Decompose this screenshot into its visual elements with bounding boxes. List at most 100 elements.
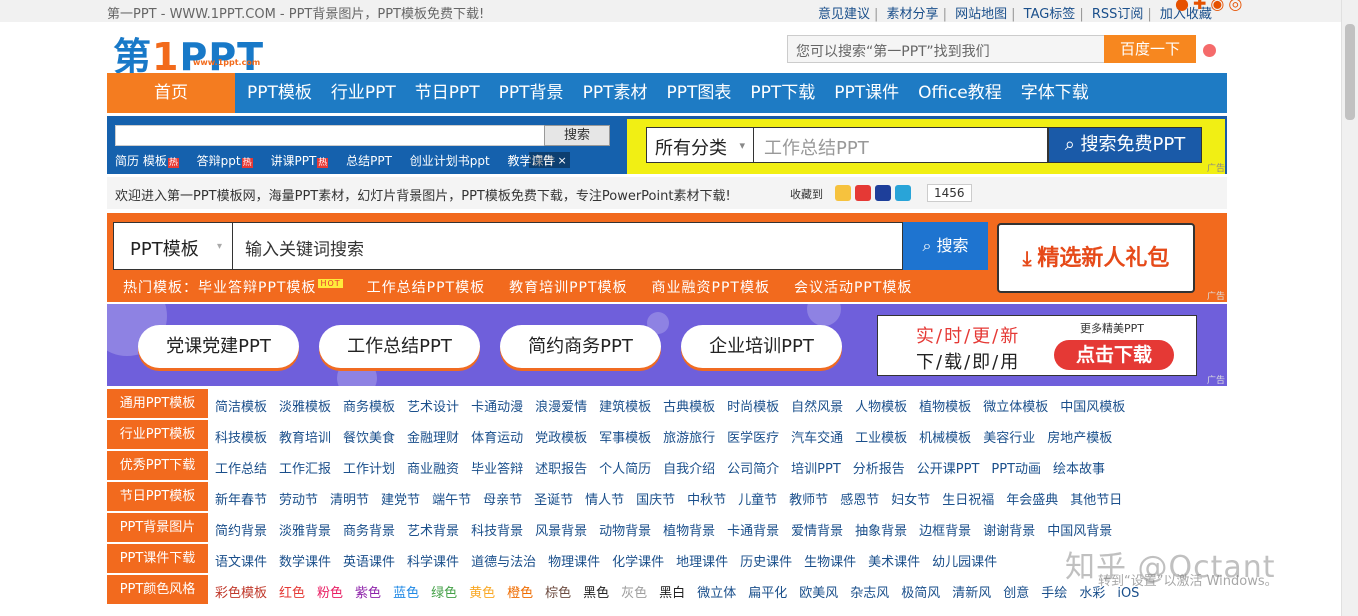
category-link[interactable]: 述职报告 [535,462,587,477]
category-link[interactable]: 蓝色 [393,586,419,601]
category-link[interactable]: 动物背景 [599,524,651,539]
category-link[interactable]: 体育运动 [471,431,523,446]
category-link[interactable]: 艺术背景 [407,524,459,539]
category-link[interactable]: 植物模板 [919,400,971,415]
hot-template-link[interactable]: 商业融资PPT模板 [652,280,770,296]
more-ppt-ad[interactable]: 实/时/更/新 下/载/即/用 更多精美PPT 点击下载 [877,315,1197,376]
category-link[interactable]: 科学课件 [407,555,459,570]
baidu-icon[interactable] [875,185,891,201]
category-link[interactable]: 中国风模板 [1060,400,1125,415]
category-link[interactable]: 个人简历 [599,462,651,477]
top-link-tags[interactable]: TAG标签 [1024,7,1076,22]
category-link[interactable]: 幼儿园课件 [932,555,997,570]
category-link[interactable]: 历史课件 [740,555,792,570]
category-link[interactable]: 绘本故事 [1053,462,1105,477]
nav-item-industry[interactable]: 行业PPT [331,73,415,113]
category-link[interactable]: 工作汇报 [279,462,331,477]
category-link[interactable]: 卡通背景 [727,524,779,539]
quick-search-button[interactable]: 搜索 [544,125,610,146]
top-link-share[interactable]: 素材分享 [887,7,939,22]
category-link[interactable]: 扁平化 [748,586,787,601]
nav-item-background[interactable]: PPT背景 [499,73,583,113]
category-link[interactable]: 极简风 [901,586,940,601]
keyword-search-input[interactable]: 输入关键词搜索 [233,222,903,270]
nav-home[interactable]: 首页 [107,73,235,113]
hot-template-link[interactable]: 教育培训PPT模板 [509,280,627,296]
category-link[interactable]: 旅游旅行 [663,431,715,446]
nav-item-office[interactable]: Office教程 [918,73,1021,113]
category-link[interactable]: 创意 [1003,586,1029,601]
category-link[interactable]: 紫色 [355,586,381,601]
nav-item-chart[interactable]: PPT图表 [666,73,750,113]
category-link[interactable]: 工业模板 [855,431,907,446]
category-link[interactable]: 情人节 [585,493,624,508]
category-link[interactable]: 化学课件 [612,555,664,570]
category-link[interactable]: 圣诞节 [534,493,573,508]
category-link[interactable]: 谢谢背景 [983,524,1035,539]
category-link[interactable]: 教师节 [789,493,828,508]
category-link[interactable]: 汽车交通 [791,431,843,446]
category-link[interactable]: 人物模板 [855,400,907,415]
category-link[interactable]: 建党节 [381,493,420,508]
category-link[interactable]: 科技背景 [471,524,523,539]
category-link[interactable]: 爱情背景 [791,524,843,539]
category-link[interactable]: 浪漫爱情 [535,400,587,415]
category-link[interactable]: 工作计划 [343,462,395,477]
new-user-gift-button[interactable]: ⤓ 精选新人礼包 [997,223,1195,293]
category-link[interactable]: 数学课件 [279,555,331,570]
category-link[interactable]: 母亲节 [483,493,522,508]
category-row-label[interactable]: 节日PPT模板 [107,482,208,511]
keyword-search-button[interactable]: ⌕ 搜索 [903,222,988,270]
category-link[interactable]: 英语课件 [343,555,395,570]
category-link[interactable]: PPT动画 [991,462,1041,477]
category-link[interactable]: 黑色 [583,586,609,601]
hot-template-link[interactable]: 工作总结PPT模板 [367,280,485,296]
category-link[interactable]: 淡雅模板 [279,400,331,415]
category-link[interactable]: 粉色 [317,586,343,601]
category-pill[interactable]: 工作总结PPT [319,325,480,368]
category-link[interactable]: 灰色 [621,586,647,601]
category-link[interactable]: 黄色 [469,586,495,601]
category-link[interactable]: 分析报告 [853,462,905,477]
category-link[interactable]: 生日祝福 [942,493,994,508]
category-link[interactable]: 公司简介 [727,462,779,477]
category-link[interactable]: 淡雅背景 [279,524,331,539]
category-link[interactable]: 科技模板 [215,431,267,446]
category-link[interactable]: 自然风景 [791,400,843,415]
free-search-button[interactable]: ⌕ 搜索免费PPT [1048,127,1202,163]
category-link[interactable]: 黑白 [659,586,685,601]
category-link[interactable]: 工作总结 [215,462,267,477]
click-download-button[interactable]: 点击下载 [1054,340,1174,370]
category-link[interactable]: 微立体模板 [983,400,1048,415]
quick-tag[interactable]: 创业计划书ppt [410,154,490,168]
category-link[interactable]: 感恩节 [840,493,879,508]
hot-template-link[interactable]: 毕业答辩PPT模板 [198,280,316,296]
category-link[interactable]: 金融理财 [407,431,459,446]
category-link[interactable]: 古典模板 [663,400,715,415]
category-link[interactable]: 卡通动漫 [471,400,523,415]
category-row-label[interactable]: 优秀PPT下载 [107,451,208,480]
nav-item-download[interactable]: PPT下载 [750,73,834,113]
quick-tag[interactable]: 答辩ppt [197,154,253,168]
category-link[interactable]: 手绘 [1041,586,1067,601]
category-link[interactable]: 教育培训 [279,431,331,446]
top-link-feedback[interactable]: 意见建议 [818,7,870,22]
category-link[interactable]: 医学医疗 [727,431,779,446]
category-row-label[interactable]: 行业PPT模板 [107,420,208,449]
category-link[interactable]: 清新风 [952,586,991,601]
category-link[interactable]: 棕色 [545,586,571,601]
category-link[interactable]: 简洁模板 [215,400,267,415]
nav-item-ppt-template[interactable]: PPT模板 [247,73,331,113]
category-link[interactable]: 国庆节 [636,493,675,508]
category-link[interactable]: 艺术设计 [407,400,459,415]
category-link[interactable]: 儿童节 [738,493,777,508]
category-row-label[interactable]: PPT背景图片 [107,513,208,542]
template-type-dropdown[interactable]: PPT模板 [113,222,233,270]
category-link[interactable]: 微立体 [697,586,736,601]
category-link[interactable]: 建筑模板 [599,400,651,415]
category-link[interactable]: 语文课件 [215,555,267,570]
category-link[interactable]: 简约背景 [215,524,267,539]
qzone-icon[interactable] [835,185,851,201]
quick-tag[interactable]: 讲课PPT [270,154,328,168]
category-link[interactable]: 时尚模板 [727,400,779,415]
